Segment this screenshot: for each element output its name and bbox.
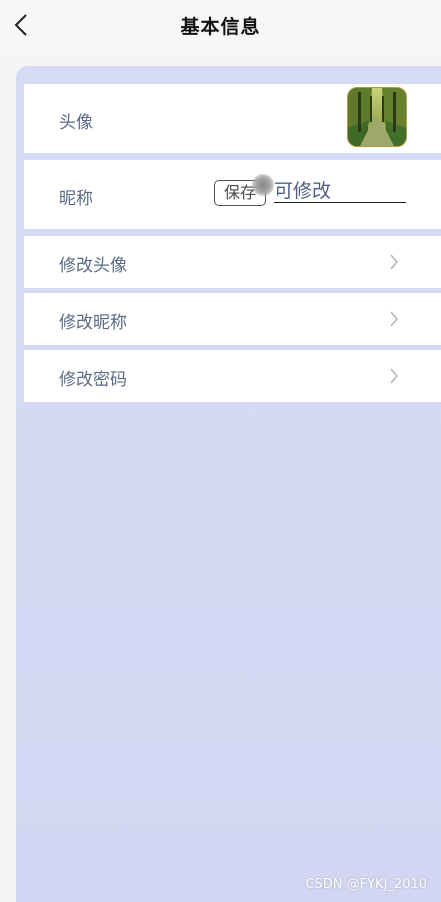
watermark: CSDN @FYKJ_2010 [305,877,427,892]
avatar[interactable] [347,87,407,147]
top-bar: 基本信息 [0,0,441,52]
chevron-right-icon [389,253,399,271]
menu-item-label: 修改密码 [59,370,127,390]
nickname-label: 昵称 [59,189,93,209]
page-title: 基本信息 [180,16,261,38]
chevron-right-icon [389,367,399,385]
menu-item-label: 修改昵称 [59,313,127,333]
nickname-row: 昵称 保存 [24,160,441,229]
menu-item-label: 修改头像 [59,256,127,276]
profile-screen: 基本信息 头像 昵称 保存 可修改 修改头像 修改昵称 修改密码 CSDN @F… [0,0,441,902]
nickname-input[interactable] [274,176,406,203]
content-panel: 头像 昵称 保存 可修改 修改头像 修改昵称 修改密码 [16,66,441,902]
avatar-row: 头像 [24,84,441,153]
menu-item-change-avatar[interactable]: 修改头像 [24,236,441,288]
avatar-label: 头像 [59,113,93,133]
touch-cursor-indicator [252,174,274,196]
chevron-right-icon [389,310,399,328]
avatar-image [348,88,406,146]
menu-item-change-nickname[interactable]: 修改昵称 [24,293,441,345]
menu-item-change-password[interactable]: 修改密码 [24,350,441,402]
